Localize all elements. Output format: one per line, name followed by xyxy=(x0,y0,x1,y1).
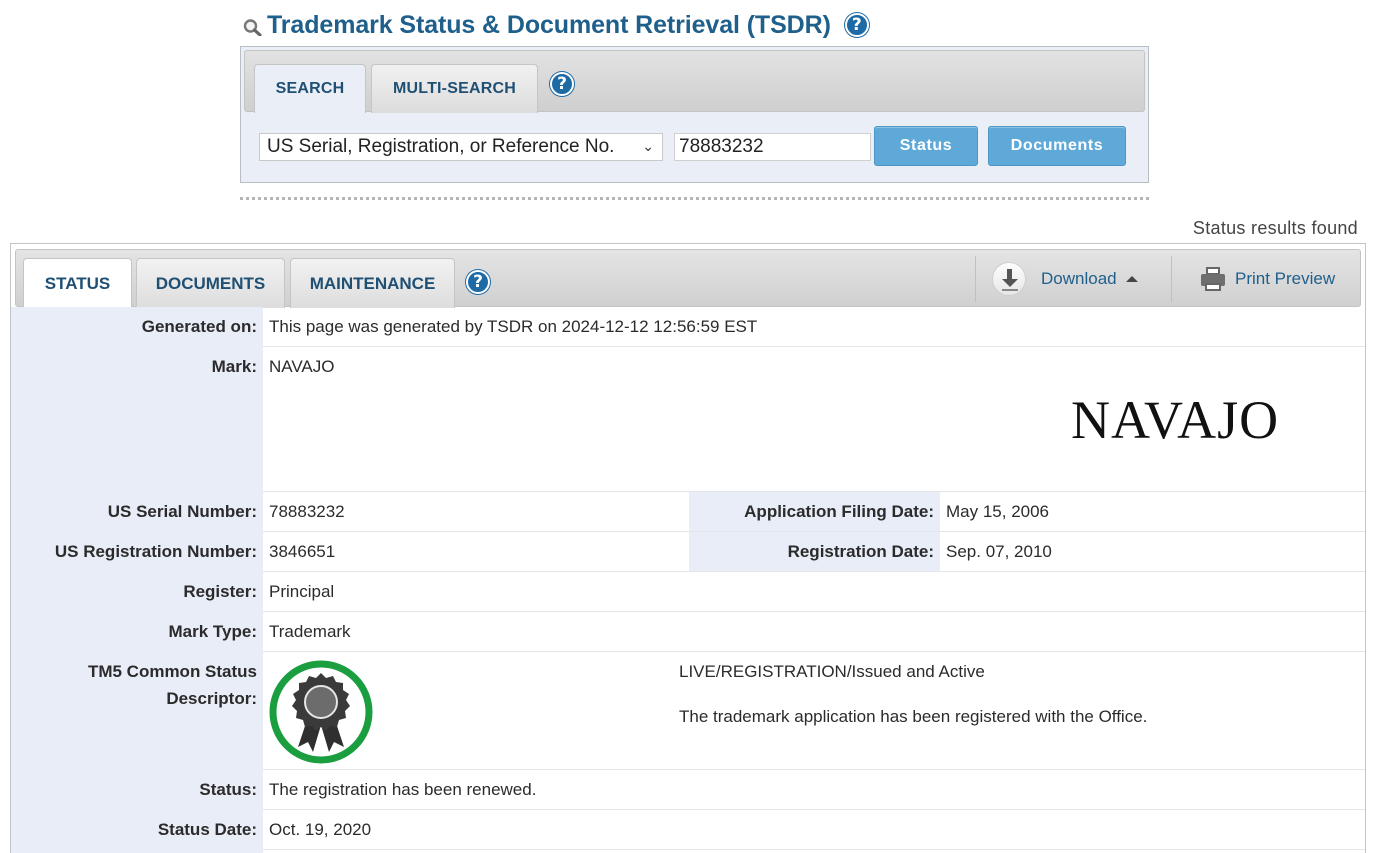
register-label: Register: xyxy=(183,582,257,601)
status-date-value: Oct. 19, 2020 xyxy=(269,820,372,839)
generated-on-value: This page was generated by TSDR on 2024-… xyxy=(269,317,758,336)
serial-number-input[interactable] xyxy=(674,133,871,161)
print-preview-label: Print Preview xyxy=(1235,269,1336,288)
tm5-label-line1: TM5 Common Status xyxy=(87,662,257,681)
help-icon[interactable]: ? xyxy=(844,13,869,37)
tm5-status-value: LIVE/REGISTRATION/Issued and Active xyxy=(679,662,985,681)
results-help-icon[interactable]: ? xyxy=(466,270,490,294)
documents-button[interactable]: Documents xyxy=(988,126,1126,166)
filing-date-label: Application Filing Date: xyxy=(744,502,934,521)
magnifier-icon xyxy=(242,14,264,37)
toolbar-separator xyxy=(975,256,976,302)
tab-documents[interactable]: DOCUMENTS xyxy=(136,258,285,308)
register-value: Principal xyxy=(269,582,335,601)
chevron-down-icon: ⌄ xyxy=(642,139,654,155)
search-row: US Serial, Registration, or Reference No… xyxy=(241,125,1148,169)
tab-maintenance[interactable]: MAINTENANCE xyxy=(290,258,455,308)
status-date-label: Status Date: xyxy=(157,820,257,839)
printer-icon xyxy=(1200,267,1226,291)
row-divider xyxy=(263,809,1365,810)
registration-number-label: US Registration Number: xyxy=(54,542,257,561)
print-preview-button[interactable]: Print Preview xyxy=(1200,256,1335,302)
registration-number-value: 3846651 xyxy=(269,542,336,561)
mark-type-label: Mark Type: xyxy=(168,622,258,641)
tab-search[interactable]: SEARCH xyxy=(254,64,366,113)
results-tabbar: STATUS DOCUMENTS MAINTENANCE ? Download … xyxy=(15,249,1361,308)
row-divider xyxy=(263,769,1365,770)
results-panel: STATUS DOCUMENTS MAINTENANCE ? Download … xyxy=(10,243,1366,853)
divider xyxy=(240,197,1149,200)
row-divider xyxy=(263,571,1365,572)
row-divider xyxy=(263,531,1365,532)
serial-number-label: US Serial Number: xyxy=(107,502,257,521)
mark-image: NAVAJO xyxy=(1071,390,1280,450)
tab-status[interactable]: STATUS xyxy=(23,258,132,308)
tab-multi-search[interactable]: MULTI-SEARCH xyxy=(371,64,538,113)
download-icon xyxy=(992,262,1026,296)
registration-seal-icon xyxy=(268,659,374,765)
search-type-select[interactable]: US Serial, Registration, or Reference No… xyxy=(259,133,663,161)
search-tabbar: SEARCH MULTI-SEARCH ? xyxy=(244,50,1145,113)
download-label: Download xyxy=(1041,269,1117,288)
tm5-label-line2: Descriptor: xyxy=(166,689,257,708)
mark-type-value: Trademark xyxy=(269,622,351,641)
search-type-value: US Serial, Registration, or Reference No… xyxy=(267,136,615,157)
results-found-text: Status results found xyxy=(1192,218,1358,238)
row-divider xyxy=(263,346,1365,347)
search-panel: SEARCH MULTI-SEARCH ? US Serial, Registr… xyxy=(240,46,1149,183)
filing-date-value: May 15, 2006 xyxy=(946,502,1050,521)
mark-label: Mark: xyxy=(211,357,257,376)
status-label: Status: xyxy=(199,780,257,799)
generated-on-label: Generated on: xyxy=(141,317,257,336)
row-divider xyxy=(263,651,1365,652)
registration-date-value: Sep. 07, 2010 xyxy=(946,542,1052,561)
mark-value: NAVAJO xyxy=(269,357,335,376)
toolbar-separator xyxy=(1171,256,1172,302)
download-button[interactable]: Download xyxy=(992,256,1138,302)
status-button[interactable]: Status xyxy=(874,126,978,166)
caret-up-icon xyxy=(1125,276,1138,282)
page-header: Trademark Status & Document Retrieval (T… xyxy=(242,8,869,42)
row-divider xyxy=(263,849,1365,850)
status-value: The registration has been renewed. xyxy=(269,780,537,799)
serial-number-value: 78883232 xyxy=(269,502,345,521)
row-divider xyxy=(263,611,1365,612)
search-help-icon[interactable]: ? xyxy=(550,72,574,96)
registration-date-label: Registration Date: xyxy=(787,542,934,561)
page-title: Trademark Status & Document Retrieval (T… xyxy=(267,10,831,39)
tm5-description: The trademark application has been regis… xyxy=(679,707,1148,726)
